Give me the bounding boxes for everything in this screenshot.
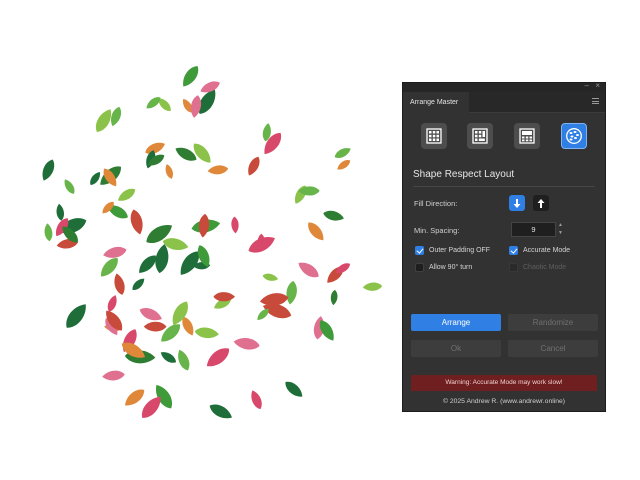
layout-title: Shape Respect Layout [413,169,515,180]
leaf-shape [158,349,179,366]
leaf-shape [295,258,322,281]
leaf-shape [330,289,339,306]
arrow-down-icon [513,198,521,208]
leaf-shape [39,157,58,183]
leaf-shape [105,293,120,314]
leaf-shape [322,208,346,223]
leaf-shape [102,244,128,261]
minimize-icon[interactable]: – [585,81,589,91]
panel-tab-bar: Arrange Master [403,92,605,113]
leaf-shape [174,347,193,373]
accurate-mode-checkbox[interactable] [509,246,518,255]
arrow-up-icon [537,198,545,208]
accurate-mode-label: Accurate Mode [523,247,571,254]
fill-up-button[interactable] [533,195,549,211]
mode-highlight-button[interactable] [514,123,540,149]
shape-layout-icon [566,128,582,144]
grid-3x3-icon [426,128,442,144]
leaf-shape [111,272,127,297]
leaf-shape [189,140,215,167]
leaf-shape [304,219,328,244]
leaf-shape [137,304,164,324]
grid-panel-icon [472,128,488,144]
leaf-shape [101,369,126,382]
warning-banner: Warning: Accurate Mode may work slow! [411,375,597,391]
leaf-shape [43,222,54,242]
leaf-shape [55,203,66,222]
leaf-shape [203,343,233,371]
min-spacing-label: Min. Spacing: [414,226,460,235]
leaf-shape [207,400,235,423]
min-spacing-input[interactable]: 9 [511,222,556,237]
arrange-button[interactable]: Arrange [411,314,501,331]
divider [413,186,595,187]
layout-mode-bar [403,123,605,153]
leaf-shape [130,276,147,293]
leaf-shape [261,272,279,283]
leaf-shape [128,208,146,236]
randomize-button[interactable]: Randomize [508,314,598,331]
cancel-button[interactable]: Cancel [508,340,598,357]
leaf-shape [121,385,148,410]
close-icon[interactable]: × [595,81,600,91]
leaf-artwork-canvas [39,63,383,423]
leaf-shape [232,336,261,352]
copyright-footer: © 2025 Andrew R. (www.andrewr.online) [442,398,566,405]
leaf-shape [178,63,203,90]
fill-down-button[interactable] [509,195,525,211]
leaf-shape [61,177,78,196]
chaotic-mode-label: Chaotic Mode [523,264,567,271]
mode-panel-button[interactable] [467,123,493,149]
leaf-shape [143,321,167,332]
leaf-shape [115,185,138,205]
arrange-master-panel: – × Arrange Master Shape Respect Layout … [402,81,606,412]
grid-highlight-icon [519,128,535,144]
leaf-shape [244,154,263,178]
leaf-shape [335,157,353,173]
chaotic-mode-checkbox[interactable] [509,263,518,272]
leaf-shape [163,163,175,180]
leaf-shape [213,292,235,302]
hamburger-icon[interactable] [592,98,599,104]
tab-arrange-master[interactable]: Arrange Master [403,92,469,113]
leaf-shape [207,164,229,176]
leaf-shape [61,300,91,332]
leaf-shape [194,326,220,340]
panel-titlebar: – × [403,81,605,92]
spin-down-icon[interactable]: ▼ [557,230,564,237]
leaf-shape [332,145,353,161]
fill-direction-label: Fill Direction: [414,199,458,208]
allow-90-label: Allow 90° turn [429,264,473,271]
leaf-shape [362,281,383,292]
leaf-shape [282,378,306,401]
outer-padding-checkbox[interactable] [415,246,424,255]
leaf-shape [230,216,240,234]
leaf-shape [197,213,211,239]
allow-90-checkbox[interactable] [415,263,424,272]
leaf-shape [189,94,203,119]
leaf-shape [248,388,265,411]
outer-padding-label: Outer Padding OFF [429,247,491,254]
leaf-shape [284,280,299,306]
mode-grid-button[interactable] [421,123,447,149]
ok-button[interactable]: Ok [411,340,501,357]
mode-shape-button[interactable] [561,123,587,149]
spin-up-icon[interactable]: ▲ [557,222,564,229]
